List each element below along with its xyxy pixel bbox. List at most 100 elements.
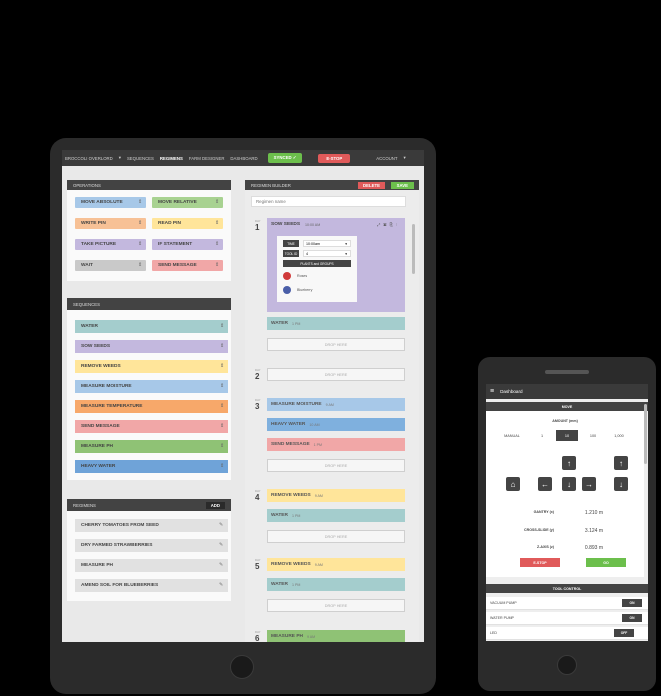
regimen-item-water[interactable]: WATER 1 PM <box>267 509 405 522</box>
regimen-item-remove-weeds[interactable]: REMOVE WEEDS 9 AM <box>267 558 405 571</box>
op-read-pin[interactable]: READ PIN ⇕ <box>152 218 223 229</box>
regimen-item[interactable]: DRY FARMED STRAWBERRIES ✎ <box>75 539 228 552</box>
drag-handle-icon[interactable]: ⇕ <box>220 424 224 429</box>
sequence-item[interactable]: SOW SEEDS ⇕ <box>75 340 228 353</box>
regimen-item-remove-weeds[interactable]: REMOVE WEEDS 9 AM <box>267 489 405 502</box>
op-move-relative[interactable]: MOVE RELATIVE ⇕ <box>152 197 223 208</box>
home-icon[interactable]: ⌂ <box>506 477 520 491</box>
drag-handle-icon[interactable]: ⇕ <box>220 384 224 389</box>
tool-toggle[interactable]: OFF <box>614 629 634 637</box>
sequence-item[interactable]: WATER ⇕ <box>75 320 228 333</box>
nav-farm-designer[interactable]: FARM DESIGNER <box>189 156 225 161</box>
estop-button[interactable]: E-STOP <box>318 153 351 163</box>
regimen-item[interactable]: CHERRY TOMATOES FROM SEED ✎ <box>75 519 228 532</box>
estop-button[interactable]: E-STOP <box>520 558 560 567</box>
account-menu[interactable]: ACCOUNT <box>376 156 397 161</box>
drag-handle-icon[interactable]: ⇕ <box>220 444 224 449</box>
regimen-item-water[interactable]: WATER 1 PM <box>267 317 405 330</box>
plants-header: PLANTS and GROUPS <box>283 260 351 267</box>
tool-toggle[interactable]: ON <box>622 614 642 622</box>
sow-seeds-block[interactable]: SOW SEEDS 10:00 AM ⤢▣⎘⋮ TIME 10:00am ▾ TO… <box>267 218 405 312</box>
regimen-item[interactable]: MEASURE PH ✎ <box>75 559 228 572</box>
arrow-down-icon[interactable]: ↓ <box>562 477 576 491</box>
sequence-item[interactable]: SEND MESSAGE ⇕ <box>75 420 228 433</box>
sequence-item[interactable]: HEAVY WATER ⇕ <box>75 460 228 473</box>
amount-button[interactable]: 10 <box>556 430 578 441</box>
drop-zone[interactable]: DROP HERE <box>267 530 405 543</box>
drag-handle-icon[interactable]: ⇕ <box>215 200 219 205</box>
plant-item[interactable]: Blueberry <box>297 288 312 292</box>
drag-handle-icon[interactable]: ⇕ <box>220 364 224 369</box>
sequence-label: HEAVY WATER <box>81 464 116 469</box>
amount-button[interactable]: MANUAL <box>498 430 526 441</box>
regimen-item-measure-ph[interactable]: MEASURE PH 9 AM <box>267 630 405 642</box>
drag-handle-icon[interactable]: ⇕ <box>220 404 224 409</box>
tool-toggle[interactable]: ON <box>622 599 642 607</box>
add-regimen-button[interactable]: ADD <box>205 501 225 509</box>
edit-icon[interactable]: ✎ <box>219 563 223 568</box>
sequence-item[interactable]: MEASURE TEMPERATURE ⇕ <box>75 400 228 413</box>
time-select[interactable]: 10:00am ▾ <box>303 240 351 247</box>
sequence-item[interactable]: MEASURE MOISTURE ⇕ <box>75 380 228 393</box>
regimen-item-water[interactable]: WATER 1 PM <box>267 578 405 591</box>
arrow-right-icon[interactable]: → <box>582 477 596 491</box>
regimen-item-measure-moisture[interactable]: MEASURE MOISTURE 9 AM <box>267 398 405 411</box>
chevron-down-icon[interactable]: ▾ <box>404 155 406 161</box>
edit-icon[interactable]: ✎ <box>219 543 223 548</box>
arrow-up-icon[interactable]: ↑ <box>562 456 576 470</box>
op-take-picture[interactable]: TAKE PICTURE ⇕ <box>75 239 146 250</box>
drag-handle-icon[interactable]: ⇕ <box>220 324 224 329</box>
regimen-item-send-message[interactable]: SEND MESSAGE 1 PM <box>267 438 405 451</box>
arrow-down-icon[interactable]: ↓ <box>614 477 628 491</box>
amount-button[interactable]: 100 <box>582 430 604 441</box>
op-if-statement[interactable]: IF STATEMENT ⇕ <box>152 239 223 250</box>
phone-home-button[interactable] <box>557 655 577 675</box>
drag-handle-icon[interactable]: ⇕ <box>215 263 219 268</box>
op-wait[interactable]: WAIT ⇕ <box>75 260 146 271</box>
drag-handle-icon[interactable]: ⇕ <box>215 221 219 226</box>
delete-button[interactable]: DELETE <box>358 181 385 189</box>
drag-handle-icon[interactable]: ⇕ <box>215 242 219 247</box>
drop-zone[interactable]: DROP HERE <box>267 338 405 351</box>
arrow-left-icon[interactable]: ← <box>538 477 552 491</box>
tool-id-label: TOOL ID <box>283 250 299 257</box>
tool-id-select[interactable]: 4 ▾ <box>303 250 351 257</box>
toolbar-icons[interactable]: ⤢▣⎘⋮ <box>377 222 400 227</box>
nav-sequences[interactable]: SEQUENCES <box>127 156 154 161</box>
device-name[interactable]: BROCCOLI OVERLORD <box>65 156 113 161</box>
chevron-down-icon[interactable]: ▾ <box>119 155 121 161</box>
synced-button[interactable]: SYNCED ✓ <box>267 153 303 163</box>
scrollbar[interactable] <box>644 404 647 464</box>
arrow-up-icon[interactable]: ↑ <box>614 456 628 470</box>
sequence-item[interactable]: REMOVE WEEDS ⇕ <box>75 360 228 373</box>
drop-zone[interactable]: DROP HERE <box>267 368 405 381</box>
drag-handle-icon[interactable]: ⇕ <box>220 464 224 469</box>
save-button[interactable]: SAVE <box>390 181 414 189</box>
drag-handle-icon[interactable]: ⇕ <box>138 242 142 247</box>
edit-icon[interactable]: ✎ <box>219 583 223 588</box>
drop-zone[interactable]: DROP HERE <box>267 459 405 472</box>
plant-item[interactable]: Roses <box>297 274 307 278</box>
nav-dashboard[interactable]: DASHBOARD <box>230 156 257 161</box>
sequence-item[interactable]: MEASURE PH ⇕ <box>75 440 228 453</box>
drag-handle-icon[interactable]: ⇕ <box>138 263 142 268</box>
op-send-message[interactable]: SEND MESSAGE ⇕ <box>152 260 223 271</box>
time-select-value: 10:00am <box>306 241 320 246</box>
tablet-home-button[interactable] <box>230 655 254 679</box>
op-move-absolute[interactable]: MOVE ABSOLUTE ⇕ <box>75 197 146 208</box>
drag-handle-icon[interactable]: ⇕ <box>138 200 142 205</box>
edit-icon[interactable]: ✎ <box>219 523 223 528</box>
op-write-pin[interactable]: WRITE PIN ⇕ <box>75 218 146 229</box>
regimen-item[interactable]: AMEND SOIL FOR BLUEBERRIES ✎ <box>75 579 228 592</box>
menu-icon[interactable]: ≡ <box>490 388 494 395</box>
nav-regimens[interactable]: REGIMENS <box>160 156 183 161</box>
drag-handle-icon[interactable]: ⇕ <box>138 221 142 226</box>
amount-button[interactable]: 1 <box>531 430 553 441</box>
go-button[interactable]: GO <box>586 558 626 567</box>
drag-handle-icon[interactable]: ⇕ <box>220 344 224 349</box>
scrollbar[interactable] <box>412 224 415 274</box>
drop-zone[interactable]: DROP HERE <box>267 599 405 612</box>
regimen-item-heavy-water[interactable]: HEAVY WATER 10 AM <box>267 418 405 431</box>
regimen-name-input[interactable] <box>251 196 406 207</box>
amount-button[interactable]: 1,000 <box>608 430 630 441</box>
